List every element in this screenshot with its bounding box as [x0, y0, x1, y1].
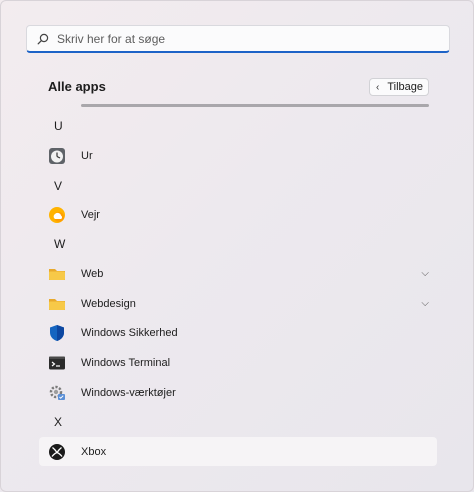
search-box[interactable]: Skriv her for at søge	[26, 25, 450, 53]
app-item-windows-sikkerhed[interactable]: Windows Sikkerhed	[39, 318, 437, 347]
folder-icon	[49, 268, 65, 280]
app-label: Vejr	[81, 208, 100, 221]
chevron-down-icon[interactable]: ⌵	[421, 268, 429, 279]
section-letter-w[interactable]: W	[54, 237, 65, 251]
clock-icon	[49, 147, 65, 164]
start-menu-panel: Skriv her for at søge Alle apps ‹ Tilbag…	[0, 0, 474, 492]
scrollbar[interactable]	[81, 104, 429, 107]
app-label: Windows Sikkerhed	[81, 326, 178, 339]
app-label: Web	[81, 267, 104, 280]
app-label: Windows Terminal	[81, 356, 171, 369]
shield-icon	[50, 324, 64, 341]
folder-icon	[49, 298, 65, 310]
app-label: Ur	[81, 149, 93, 162]
chevron-down-icon[interactable]: ⌵	[421, 298, 429, 309]
app-item-web[interactable]: Web ⌵	[39, 259, 437, 288]
terminal-icon	[49, 356, 65, 369]
back-button[interactable]: ‹ Tilbage	[369, 78, 429, 96]
app-label: Xbox	[81, 445, 107, 458]
app-label: Windows-værktøjer	[81, 386, 176, 399]
xbox-icon	[49, 443, 65, 460]
tools-icon	[49, 385, 65, 400]
search-icon	[37, 33, 49, 44]
app-item-windows-terminal[interactable]: Windows Terminal	[39, 348, 437, 377]
app-label: Webdesign	[81, 297, 136, 310]
app-item-ur[interactable]: Ur	[39, 141, 437, 170]
section-letter-u[interactable]: U	[54, 119, 63, 133]
section-letter-x[interactable]: X	[54, 415, 62, 429]
app-item-vejr[interactable]: Vejr	[39, 200, 437, 229]
back-button-label: Tilbage	[387, 81, 424, 93]
search-placeholder: Skriv her for at søge	[57, 31, 166, 46]
app-item-webdesign[interactable]: Webdesign ⌵	[39, 289, 437, 318]
all-apps-title: Alle apps	[48, 79, 106, 94]
weather-icon	[49, 206, 65, 223]
app-item-xbox[interactable]: Xbox	[39, 437, 437, 466]
chevron-left-icon: ‹	[376, 81, 380, 93]
app-item-windows-vaerktojer[interactable]: Windows-værktøjer	[39, 378, 437, 407]
section-letter-v[interactable]: V	[54, 179, 62, 193]
